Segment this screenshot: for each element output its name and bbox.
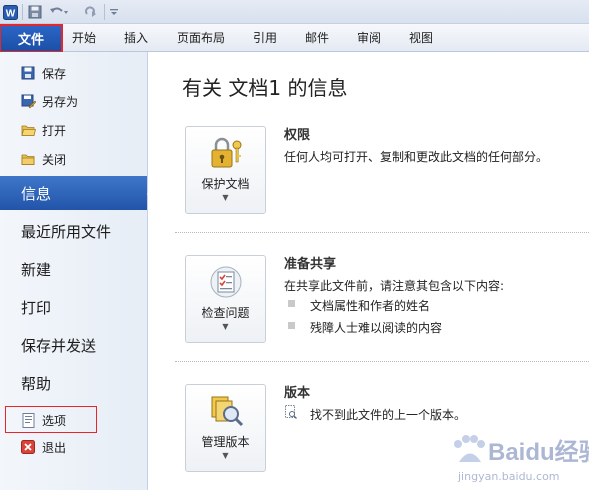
list-item: 残障人士难以阅读的内容 [310, 321, 443, 335]
page-title: 有关 文档1 的信息 [182, 76, 348, 100]
command-label: 打开 [42, 123, 67, 138]
command-save[interactable]: 保存 [0, 60, 147, 86]
command-label: 退出 [42, 440, 67, 455]
customize-icon[interactable] [108, 3, 120, 21]
section-description: 找不到此文件的上一个版本。 [310, 408, 467, 422]
section-title: 权限 [284, 128, 311, 143]
tab-home[interactable]: 开始 [72, 29, 96, 46]
button-label: 保护文档 [201, 177, 250, 191]
tab-page-layout[interactable]: 页面布局 [177, 29, 225, 46]
tab-insert[interactable]: 插入 [124, 29, 148, 46]
save-icon[interactable] [27, 3, 43, 21]
command-open[interactable]: 打开 [0, 117, 147, 143]
manage-versions-button[interactable]: 管理版本 ▼ [185, 384, 266, 472]
command-label: 关闭 [42, 152, 67, 167]
bullet-icon [288, 322, 295, 329]
exit-icon [20, 439, 36, 455]
undo-icon[interactable] [48, 3, 70, 21]
button-label: 检查问题 [201, 306, 250, 320]
highlight-box [5, 406, 97, 433]
protect-document-button[interactable]: 保护文档 ▼ [185, 126, 266, 214]
versions-icon [208, 394, 244, 428]
nav-new[interactable]: 新建 [0, 252, 147, 286]
tab-view[interactable]: 视图 [409, 29, 433, 46]
ribbon-tabs: 文件 开始 插入 页面布局 引用 邮件 审阅 视图 [0, 24, 589, 53]
tab-review[interactable]: 审阅 [357, 29, 381, 46]
nav-recent[interactable]: 最近所用文件 [0, 214, 147, 248]
nav-help[interactable]: 帮助 [0, 366, 147, 400]
chevron-down-icon: ▼ [222, 193, 229, 202]
chevron-down-icon: ▼ [222, 322, 229, 331]
chevron-down-icon: ▼ [222, 451, 229, 460]
separator [22, 4, 23, 20]
section-title: 版本 [284, 386, 311, 401]
check-for-issues-button[interactable]: 检查问题 ▼ [185, 255, 266, 343]
section-description: 任何人均可打开、复制和更改此文档的任何部分。 [284, 150, 549, 164]
section-title: 准备共享 [284, 257, 337, 272]
redo-icon[interactable] [82, 3, 98, 21]
nav-save-and-send[interactable]: 保存并发送 [0, 328, 147, 362]
document-search-icon [285, 405, 297, 419]
save-icon [20, 65, 36, 81]
command-save-as[interactable]: 另存为 [0, 88, 147, 114]
command-label: 另存为 [42, 94, 79, 109]
info-panel: 有关 文档1 的信息 保护文档 ▼ 权限 任何人均可打开、复制和更改此文档的任何… [149, 52, 589, 490]
divider [175, 361, 589, 362]
command-label: 保存 [42, 66, 67, 81]
divider [175, 232, 589, 233]
bullet-icon [288, 300, 295, 307]
svg-text:W: W [5, 8, 15, 19]
checklist-icon [208, 265, 244, 299]
tab-file[interactable]: 文件 [0, 24, 63, 53]
section-description: 在共享此文件前，请注意其包含以下内容: [284, 279, 505, 293]
button-label: 管理版本 [201, 435, 250, 449]
command-close[interactable]: 关闭 [0, 146, 147, 172]
title-bar: W [0, 0, 589, 24]
close-folder-icon [20, 151, 36, 167]
word-logo-icon[interactable]: W [2, 3, 18, 21]
lock-keys-icon [208, 136, 244, 170]
tab-references[interactable]: 引用 [253, 29, 277, 46]
command-exit[interactable]: 退出 [0, 434, 147, 460]
save-as-icon [20, 93, 36, 109]
nav-print[interactable]: 打印 [0, 290, 147, 324]
tab-mailings[interactable]: 邮件 [305, 29, 329, 46]
separator [104, 4, 105, 20]
nav-info[interactable]: 信息 [0, 176, 147, 210]
open-folder-icon [20, 122, 36, 138]
list-item: 文档属性和作者的姓名 [310, 299, 431, 313]
